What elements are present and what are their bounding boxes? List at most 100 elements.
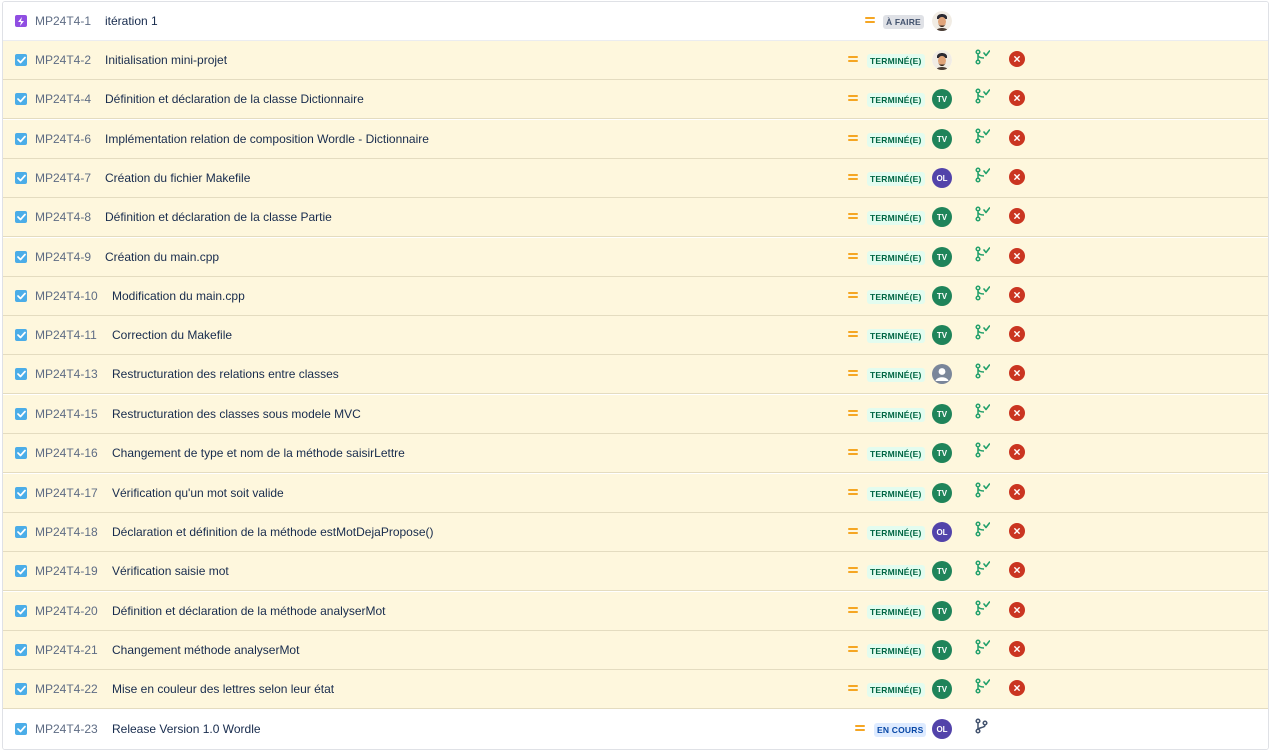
remove-icon[interactable] — [1009, 444, 1025, 460]
issue-row[interactable]: MP24T4-2 Initialisation mini-projet TERMIN… — [3, 41, 1268, 80]
issue-key[interactable]: MP24T4-7 — [35, 171, 91, 185]
issue-key[interactable]: MP24T4-16 — [35, 446, 98, 460]
issue-row[interactable]: MP24T4-10 Modification du main.cpp TERMINÉ… — [3, 277, 1268, 316]
issue-key[interactable]: MP24T4-17 — [35, 486, 98, 500]
remove-icon[interactable] — [1009, 680, 1025, 696]
branch-merged-icon[interactable] — [974, 403, 991, 419]
remove-icon[interactable] — [1009, 287, 1025, 303]
issue-row[interactable]: MP24T4-9 Création du main.cpp TERMINÉ(E) TV — [3, 238, 1268, 277]
avatar-photo[interactable] — [932, 50, 952, 70]
issue-summary[interactable]: Initialisation mini-projet — [105, 53, 227, 67]
branch-merged-icon[interactable] — [974, 482, 991, 498]
issue-row[interactable]: MP24T4-6 Implémentation relation de compo… — [3, 120, 1268, 159]
branch-merged-icon[interactable] — [974, 88, 991, 104]
remove-icon[interactable] — [1009, 484, 1025, 500]
status-lozenge[interactable]: TERMINÉ(E) — [867, 251, 925, 265]
issue-summary[interactable]: Vérification saisie mot — [112, 564, 229, 578]
remove-icon[interactable] — [1009, 169, 1025, 185]
issue-key[interactable]: MP24T4-20 — [35, 604, 98, 618]
branch-merged-icon[interactable] — [974, 560, 991, 576]
remove-icon[interactable] — [1009, 523, 1025, 539]
status-lozenge[interactable]: TERMINÉ(E) — [867, 487, 925, 501]
assignee-avatar[interactable]: OL — [932, 168, 952, 188]
branch-merged-icon[interactable] — [974, 167, 991, 183]
branch-merged-icon[interactable] — [974, 363, 991, 379]
branch-merged-icon[interactable] — [974, 285, 991, 301]
status-lozenge[interactable]: TERMINÉ(E) — [867, 565, 925, 579]
issue-key[interactable]: MP24T4-11 — [35, 328, 97, 342]
issue-summary[interactable]: Release Version 1.0 Wordle — [112, 722, 261, 736]
issue-key[interactable]: MP24T4-1 — [35, 14, 91, 28]
branch-merged-icon[interactable] — [974, 442, 991, 458]
issue-row[interactable]: MP24T4-19 Vérification saisie mot TERMINÉ(… — [3, 552, 1268, 591]
status-lozenge[interactable]: TERMINÉ(E) — [867, 447, 925, 461]
issue-summary[interactable]: Correction du Makefile — [112, 328, 232, 342]
status-lozenge[interactable]: TERMINÉ(E) — [867, 644, 925, 658]
issue-summary[interactable]: Modification du main.cpp — [112, 289, 245, 303]
assignee-avatar[interactable]: OL — [932, 522, 952, 542]
status-lozenge[interactable]: TERMINÉ(E) — [867, 526, 925, 540]
status-lozenge[interactable]: EN COURS — [874, 723, 927, 737]
issue-summary[interactable]: Changement méthode analyserMot — [112, 643, 299, 657]
issue-row[interactable]: MP24T4-4 Définition et déclaration de la … — [3, 80, 1268, 119]
issue-key[interactable]: MP24T4-22 — [35, 682, 98, 696]
issue-key[interactable]: MP24T4-18 — [35, 525, 98, 539]
issue-key[interactable]: MP24T4-4 — [35, 92, 91, 106]
issue-row[interactable]: MP24T4-8 Définition et déclaration de la … — [3, 198, 1268, 237]
issue-key[interactable]: MP24T4-19 — [35, 564, 98, 578]
branch-merged-icon[interactable] — [974, 521, 991, 537]
remove-icon[interactable] — [1009, 602, 1025, 618]
assignee-avatar[interactable]: TV — [932, 443, 952, 463]
remove-icon[interactable] — [1009, 326, 1025, 342]
status-lozenge[interactable]: TERMINÉ(E) — [867, 211, 925, 225]
assignee-avatar[interactable]: TV — [932, 679, 952, 699]
issue-summary[interactable]: Vérification qu'un mot soit valide — [112, 486, 284, 500]
assignee-avatar[interactable]: TV — [932, 325, 952, 345]
branch-merged-icon[interactable] — [974, 639, 991, 655]
issue-summary[interactable]: Implémentation relation de composition W… — [105, 132, 429, 146]
branch-merged-icon[interactable] — [974, 600, 991, 616]
branch-merged-icon[interactable] — [974, 678, 991, 694]
remove-icon[interactable] — [1009, 562, 1025, 578]
issue-row[interactable]: MP24T4-17 Vérification qu'un mot soit val… — [3, 474, 1268, 513]
assignee-avatar[interactable]: TV — [932, 483, 952, 503]
status-lozenge[interactable]: TERMINÉ(E) — [867, 605, 925, 619]
issue-row[interactable]: MP24T4-20 Définition et déclaration de la… — [3, 592, 1268, 631]
remove-icon[interactable] — [1009, 405, 1025, 421]
issue-row[interactable]: MP24T4-7 Création du fichier Makefile TERM… — [3, 159, 1268, 198]
issue-row[interactable]: MP24T4-22 Mise en couleur des lettres sel… — [3, 670, 1268, 709]
branch-merged-icon[interactable] — [974, 206, 991, 222]
issue-key[interactable]: MP24T4-10 — [35, 289, 98, 303]
remove-icon[interactable] — [1009, 51, 1025, 67]
remove-icon[interactable] — [1009, 90, 1025, 106]
status-lozenge[interactable]: À FAIRE — [883, 15, 924, 29]
avatar-unassigned[interactable] — [932, 364, 952, 384]
issue-row[interactable]: MP24T4-21 Changement méthode analyserMot T… — [3, 631, 1268, 670]
issue-summary[interactable]: Définition et déclaration de la classe P… — [105, 210, 332, 224]
status-lozenge[interactable]: TERMINÉ(E) — [867, 93, 925, 107]
issue-key[interactable]: MP24T4-8 — [35, 210, 91, 224]
status-lozenge[interactable]: TERMINÉ(E) — [867, 133, 925, 147]
assignee-avatar[interactable]: TV — [932, 89, 952, 109]
remove-icon[interactable] — [1009, 130, 1025, 146]
issue-summary[interactable]: Restructuration des relations entre clas… — [112, 367, 339, 381]
status-lozenge[interactable]: TERMINÉ(E) — [867, 408, 925, 422]
assignee-avatar[interactable]: TV — [932, 129, 952, 149]
status-lozenge[interactable]: TERMINÉ(E) — [867, 368, 925, 382]
remove-icon[interactable] — [1009, 208, 1025, 224]
issue-key[interactable]: MP24T4-15 — [35, 407, 98, 421]
remove-icon[interactable] — [1009, 641, 1025, 657]
branch-merged-icon[interactable] — [974, 128, 991, 144]
remove-icon[interactable] — [1009, 248, 1025, 264]
issue-key[interactable]: MP24T4-13 — [35, 367, 98, 381]
assignee-avatar[interactable]: TV — [932, 247, 952, 267]
branch-merged-icon[interactable] — [974, 49, 991, 65]
issue-summary[interactable]: Création du main.cpp — [105, 250, 219, 264]
issue-row[interactable]: MP24T4-15 Restructuration des classes sou… — [3, 395, 1268, 434]
issue-row[interactable]: MP24T4-18 Déclaration et définition de la… — [3, 513, 1268, 552]
issue-summary[interactable]: itération 1 — [105, 14, 158, 28]
issue-row[interactable]: MP24T4-16 Changement de type et nom de la… — [3, 434, 1268, 473]
issue-row[interactable]: MP24T4-1 itération 1 À FAIRE — [3, 2, 1268, 41]
status-lozenge[interactable]: TERMINÉ(E) — [867, 329, 925, 343]
issue-summary[interactable]: Définition et déclaration de la méthode … — [112, 604, 386, 618]
